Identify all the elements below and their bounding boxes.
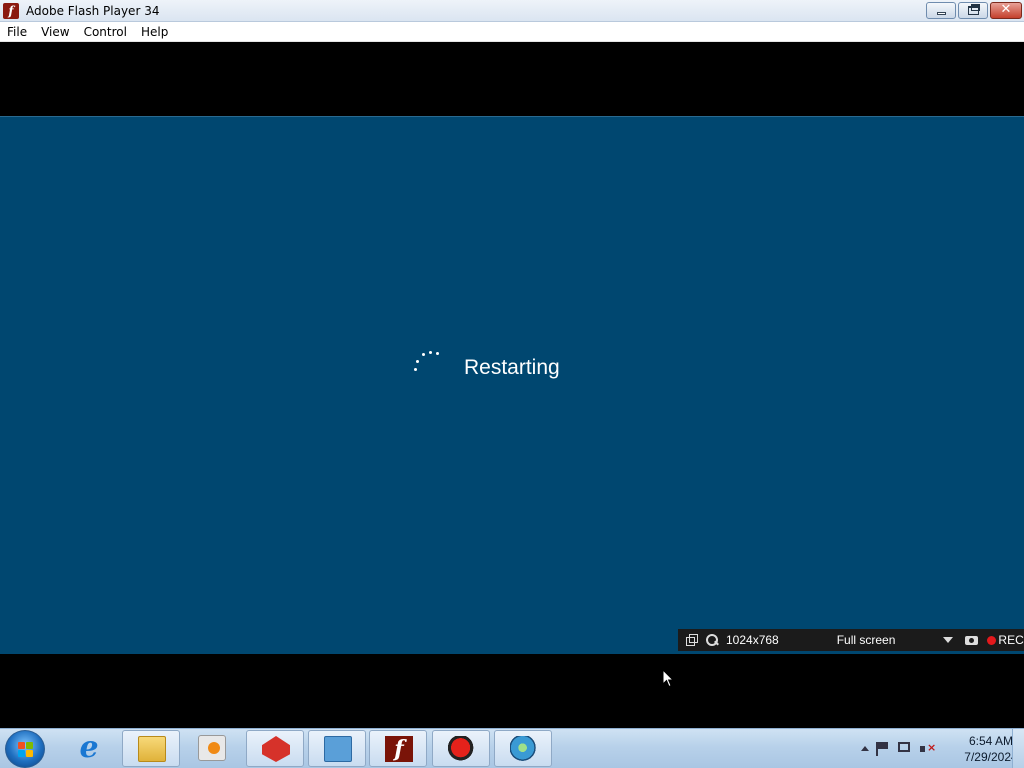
- menu-control[interactable]: Control: [77, 25, 134, 39]
- chevron-down-icon[interactable]: [943, 637, 954, 643]
- flash-player-icon: f: [385, 736, 413, 762]
- taskbar-item-flash[interactable]: f: [369, 730, 427, 767]
- close-button[interactable]: ✕: [990, 2, 1022, 19]
- loading-spinner-icon: [410, 348, 446, 378]
- spinner-dot: [416, 360, 419, 363]
- camera-icon[interactable]: [965, 635, 979, 645]
- network-icon[interactable]: [898, 742, 910, 752]
- window-title: Adobe Flash Player 34: [26, 3, 160, 18]
- show-desktop-button[interactable]: [1012, 729, 1024, 768]
- display-mode-label[interactable]: Full screen: [837, 633, 896, 647]
- browser-globe-icon: [510, 736, 538, 762]
- taskbar-item-red-app[interactable]: [246, 730, 304, 767]
- remote-desktop-icon: [324, 736, 352, 762]
- restore-window-icon[interactable]: [686, 634, 698, 646]
- restore-button[interactable]: [958, 2, 988, 19]
- resolution-label[interactable]: 1024x768: [726, 633, 779, 647]
- taskbar-item-remote[interactable]: [308, 730, 366, 767]
- minimize-icon: [937, 12, 946, 15]
- recorder-icon: [448, 736, 476, 762]
- taskbar-item-explorer[interactable]: [122, 730, 180, 767]
- start-button[interactable]: [5, 730, 45, 768]
- windows-logo-icon: [18, 742, 34, 758]
- flash-icon: f: [3, 2, 19, 19]
- menu-view[interactable]: View: [34, 25, 76, 39]
- remote-screen[interactable]: [0, 116, 1024, 654]
- spinner-dot: [429, 351, 432, 354]
- taskbar-item-recorder[interactable]: [432, 730, 490, 767]
- title-bar: f Adobe Flash Player 34 ✕: [0, 0, 1024, 22]
- zoom-icon[interactable]: [706, 634, 718, 646]
- system-tray: 6:54 AM 7/29/2024: [834, 729, 1024, 768]
- record-button[interactable]: REC: [998, 633, 1023, 647]
- taskbar-item-browser[interactable]: [494, 730, 552, 767]
- file-explorer-icon: [138, 736, 166, 762]
- record-dot-icon: [987, 635, 997, 645]
- spinner-dot: [414, 368, 417, 371]
- restarting-label: Restarting: [464, 356, 560, 379]
- internet-explorer-icon: e: [79, 730, 99, 765]
- show-hidden-icons-icon[interactable]: [861, 746, 869, 751]
- volume-muted-icon[interactable]: [920, 741, 936, 756]
- spinner-dot: [436, 352, 439, 355]
- menu-bar: File View Control Help: [0, 22, 1024, 42]
- taskbar-item-ie[interactable]: e: [60, 730, 118, 767]
- mouse-cursor-icon: [662, 669, 674, 688]
- remote-toolbar: 1024x768 Full screen REC: [678, 629, 1024, 651]
- taskbar: e f 6:54 AM 7/29/2024: [0, 728, 1024, 768]
- menu-help[interactable]: Help: [134, 25, 175, 39]
- menu-file[interactable]: File: [0, 25, 34, 39]
- restore-icon-front: [968, 6, 979, 15]
- taskbar-item-media[interactable]: [183, 730, 241, 767]
- red-app-icon: [262, 736, 290, 762]
- spinner-dot: [422, 353, 425, 356]
- close-icon: ✕: [1000, 2, 1012, 17]
- window-controls: ✕: [926, 2, 1022, 19]
- media-player-icon: [198, 735, 226, 761]
- minimize-button[interactable]: [926, 2, 956, 19]
- action-center-flag-icon[interactable]: [876, 742, 890, 756]
